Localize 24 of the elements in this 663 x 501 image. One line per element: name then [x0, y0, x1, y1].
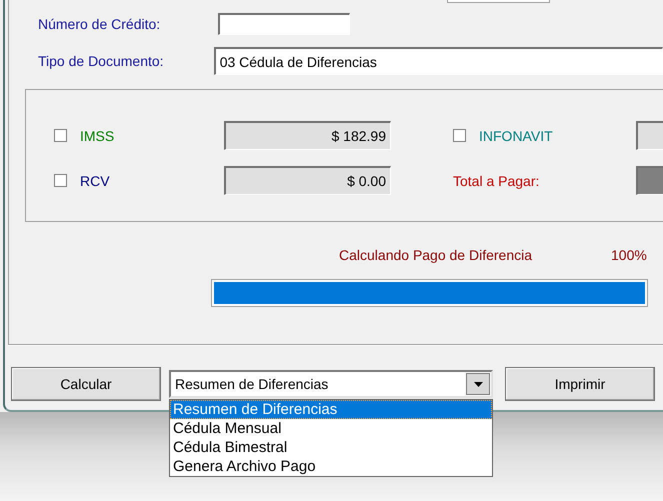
- credit-number-field[interactable]: [218, 13, 350, 35]
- checkbox[interactable]: [453, 129, 466, 142]
- dropdown-button[interactable]: [466, 373, 490, 395]
- total-label: Total a Pagar:: [453, 172, 540, 188]
- checkbox-label: INFONAVIT: [479, 128, 553, 144]
- field-label: Tipo de Documento:: [37, 53, 165, 69]
- button[interactable]: Imprimir: [505, 367, 655, 401]
- field-label: Número de Crédito:: [37, 16, 162, 32]
- progress-percent: 100%: [611, 247, 647, 263]
- dropdown-value: Resumen de Diferencias: [175, 376, 330, 392]
- caret-icon: [474, 382, 482, 386]
- checkbox[interactable]: [54, 129, 67, 142]
- dropdown-option[interactable]: Cédula Mensual: [170, 419, 492, 438]
- checkbox-label: RCV: [80, 172, 110, 188]
- checkbox-label: IMSS: [80, 128, 114, 144]
- dropdown-option[interactable]: Resumen de Diferencias: [170, 400, 492, 419]
- dropdown-option[interactable]: Genera Archivo Pago: [170, 457, 492, 476]
- checkbox[interactable]: [54, 174, 67, 187]
- dropdown-option[interactable]: Cédula Bimestral: [170, 438, 492, 457]
- button[interactable]: Calcular: [11, 367, 161, 401]
- amount-field: $ 0.00: [224, 166, 391, 195]
- amount-field: $ 182.99: [224, 121, 391, 150]
- document-type-field[interactable]: 03 Cédula de Diferencias: [214, 47, 663, 75]
- progress-label: Calculando Pago de Diferencia: [339, 247, 534, 263]
